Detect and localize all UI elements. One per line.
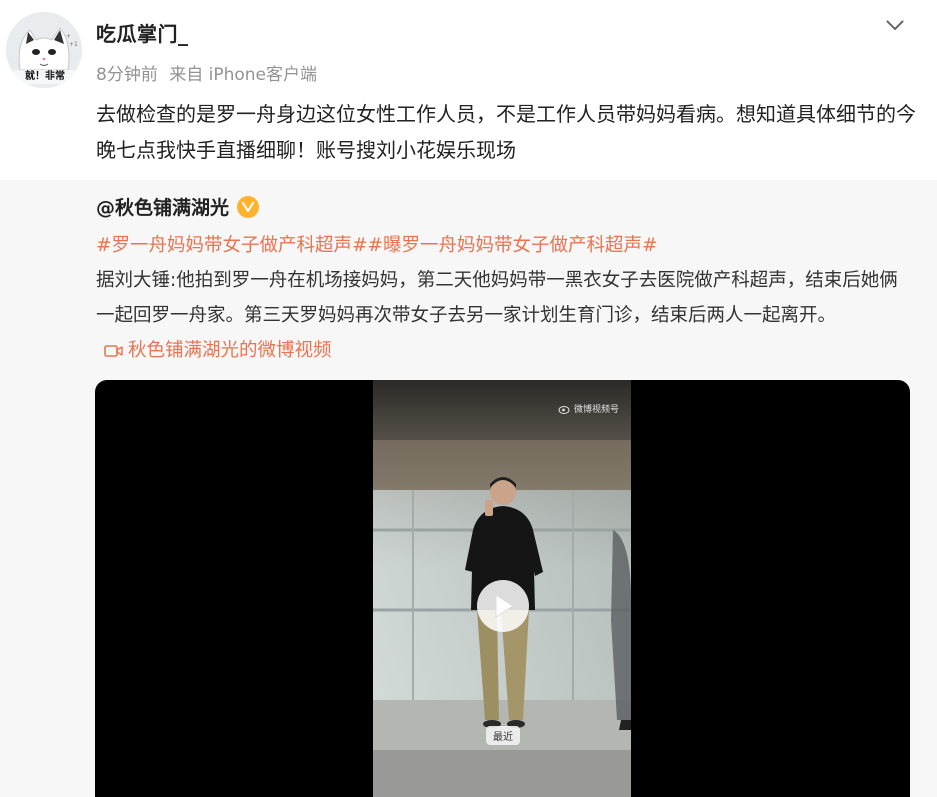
video-link-label[interactable]: 秋色铺满湖光的微博视频 — [128, 333, 332, 368]
avatar[interactable]: + +1 就！非常 — [6, 12, 82, 88]
post-header: + +1 就！非常 吃瓜掌门_ 8分钟前 来自 iPhone客户端 — [0, 0, 937, 90]
play-button[interactable] — [477, 580, 529, 632]
watermark: 微博视频号 — [558, 402, 619, 415]
repost-card: @秋色铺满湖光 #罗一舟妈妈带女子做产科超声##曝罗一舟妈妈带女子做产科超声# … — [0, 180, 937, 797]
topic-link-1[interactable]: #罗一舟妈妈带女子做产科超声# — [96, 235, 368, 256]
recent-button[interactable]: 最近 — [486, 726, 520, 745]
video-link[interactable]: 秋色铺满湖光的微博视频 — [104, 333, 332, 368]
avatar-caption: 就！非常 — [14, 70, 76, 84]
post-time[interactable]: 8分钟前 — [96, 65, 158, 85]
repost-body: 据刘大锤:他拍到罗一舟在机场接妈妈，第二天他妈妈带一黑衣女子去医院做产科超声，结… — [96, 270, 898, 326]
repost-author-name[interactable]: @秋色铺满湖光 — [96, 193, 229, 220]
video-camera-icon — [104, 344, 123, 357]
weibo-logo-icon — [558, 405, 570, 414]
watermark-label: 微博视频号 — [573, 405, 619, 415]
play-icon — [495, 594, 514, 618]
video-player[interactable]: 微博视频号 最近 — [95, 380, 910, 797]
svg-text:+: + — [66, 33, 71, 40]
repost-author: @秋色铺满湖光 — [96, 193, 260, 220]
post-text: 去做检查的是罗一舟身边这位女性工作人员，不是工作人员带妈妈看病。想知道具体细节的… — [96, 102, 916, 162]
chevron-down-icon — [886, 20, 904, 30]
post-meta: 8分钟前 来自 iPhone客户端 — [96, 60, 317, 85]
video-frame: 微博视频号 最近 — [373, 380, 631, 797]
verified-badge-icon — [237, 195, 260, 218]
more-options-button[interactable] — [880, 12, 910, 38]
post-source: 来自 iPhone客户端 — [169, 65, 318, 85]
svg-text:+1: +1 — [69, 41, 78, 48]
topic-link-2[interactable]: #曝罗一舟妈妈带女子做产科超声# — [368, 235, 658, 256]
username[interactable]: 吃瓜掌门_ — [96, 18, 189, 47]
repost-text: #罗一舟妈妈带女子做产科超声##曝罗一舟妈妈带女子做产科超声# 据刘大锤:他拍到… — [96, 228, 916, 370]
